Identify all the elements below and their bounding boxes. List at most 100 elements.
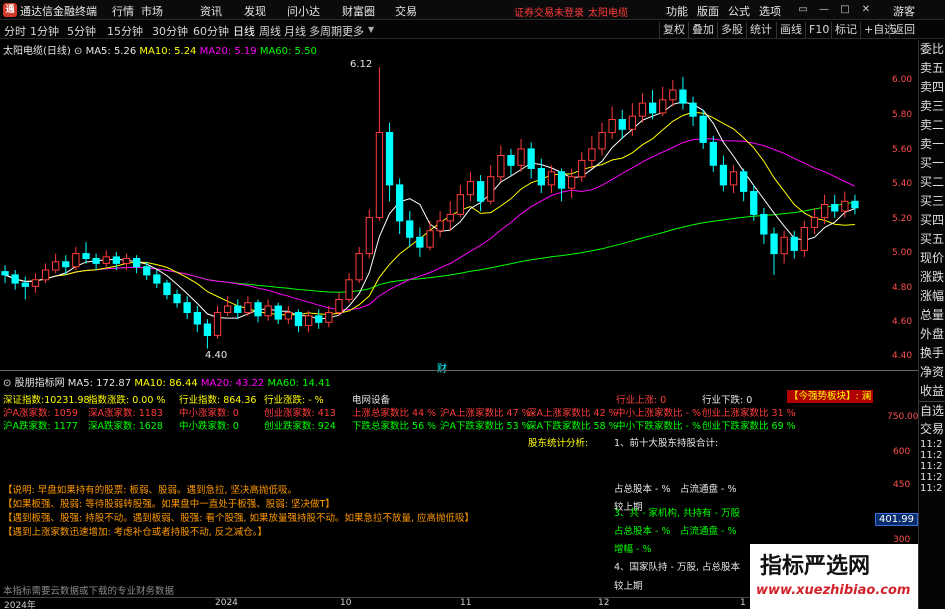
candle-body: [264, 305, 272, 317]
login-status[interactable]: 证券交易未登录: [514, 4, 584, 19]
date-label: 2024年: [4, 601, 36, 609]
candle-body: [598, 132, 606, 150]
candle-body: [578, 159, 586, 178]
indicator-name[interactable]: 股朋指标网: [15, 378, 65, 389]
overlay-button[interactable]: 叠加: [688, 22, 717, 38]
tab-multi-period[interactable]: 多周期: [309, 23, 342, 39]
menu-ask[interactable]: 问小达: [287, 3, 320, 19]
strong-sector-badge[interactable]: 【今强势板块】: 澜: [787, 390, 874, 403]
candle-body: [760, 213, 768, 235]
price-axis: 6.00 5.80 5.60 5.40 5.20 5.00 4.80 4.60 …: [890, 40, 918, 370]
guest-label[interactable]: 游客: [893, 3, 915, 19]
candle-body: [1, 271, 9, 276]
sidebar-item-price[interactable]: 现价: [919, 249, 945, 268]
shrink-icon[interactable]: ▭: [796, 3, 810, 17]
sidebar-item-turnover[interactable]: 换手: [919, 344, 945, 363]
sza-up-count: 深A涨家数: 1183: [88, 408, 163, 419]
industry-index: 行业指数: 864.36: [179, 395, 257, 406]
sidebar-item-bid4[interactable]: 买四: [919, 211, 945, 230]
candle-body: [122, 258, 131, 264]
menu-news[interactable]: 资讯: [200, 3, 222, 19]
kline-title: 太阳电缆(日线): [3, 46, 71, 57]
sidebar-item-bid2[interactable]: 买二: [919, 173, 945, 192]
back-button[interactable]: 返回: [889, 22, 918, 38]
menu-trade[interactable]: 交易: [395, 3, 417, 19]
candle-body: [618, 119, 626, 130]
tab-5min[interactable]: 5分钟: [67, 23, 96, 39]
menu-market[interactable]: 市场: [141, 3, 163, 19]
candle-body: [841, 200, 849, 212]
sidebar-item-earnings[interactable]: 收益: [919, 382, 945, 401]
pane-divider[interactable]: [0, 370, 918, 371]
chevron-down-icon[interactable]: ▼: [368, 25, 374, 34]
sz-index: 深证指数:10231.98: [3, 395, 90, 406]
sidebar-item-trade[interactable]: 交易: [919, 420, 945, 439]
price-tick: 5.80: [892, 110, 913, 120]
mark-button[interactable]: 标记: [831, 22, 860, 38]
sidebar-item-volume[interactable]: 总量: [919, 306, 945, 325]
candle-body: [638, 102, 647, 117]
sidebar-item-bid5[interactable]: 买五: [919, 230, 945, 249]
close-icon[interactable]: ✕: [859, 3, 873, 17]
app-logo-icon: 通: [3, 3, 17, 17]
sidebar-item-ask3[interactable]: 卖三: [919, 97, 945, 116]
sza-up-ratio: 深A上涨家数比 42 %: [527, 408, 618, 419]
candle-body: [770, 233, 778, 255]
maximize-icon[interactable]: □: [838, 3, 852, 17]
sidebar-item-net-assets[interactable]: 净资: [919, 363, 945, 382]
tab-more[interactable]: 更多: [342, 23, 364, 39]
kline-chart[interactable]: [0, 40, 890, 370]
candle-body: [497, 155, 505, 178]
tab-1min[interactable]: 1分钟: [30, 23, 59, 39]
candle-body: [537, 168, 546, 186]
menu-options[interactable]: 选项: [759, 3, 781, 19]
candle-body: [234, 305, 242, 313]
menu-discover[interactable]: 发现: [244, 3, 266, 19]
institutions: 3、共 - 家机构, 共持有 - 万股: [614, 508, 741, 519]
tab-timeshare[interactable]: 分时: [4, 23, 26, 39]
menu-formula[interactable]: 公式: [728, 3, 750, 19]
minimize-icon[interactable]: —: [817, 3, 831, 17]
candle-body: [31, 279, 40, 287]
sidebar-item-ask5[interactable]: 卖五: [919, 59, 945, 78]
adjust-button[interactable]: 复权: [659, 22, 688, 38]
settings-icon[interactable]: ⊙: [3, 378, 11, 389]
menu-wealth[interactable]: 财富圈: [342, 3, 375, 19]
tab-60min[interactable]: 60分钟: [193, 23, 229, 39]
f10-button[interactable]: F10: [805, 22, 832, 38]
tab-weekly[interactable]: 周线: [259, 23, 281, 39]
sidebar-item-ask1[interactable]: 卖一: [919, 135, 945, 154]
app-title: 通达信金融终端: [20, 5, 97, 18]
shareholder-title: 股东统计分析:: [528, 438, 589, 449]
note-line: 【说明: 早盘如果持有的股票: 板弱、股弱。遇到急拉, 坚决高抛低吸。: [3, 485, 297, 496]
settings-icon[interactable]: ⊙: [74, 46, 86, 57]
ind-ma20: MA20: 43.22: [200, 378, 265, 389]
sidebar-item-change[interactable]: 涨跌: [919, 268, 945, 287]
ind-ma60: MA60: 14.41: [267, 378, 331, 389]
menu-quotes[interactable]: 行情: [112, 3, 134, 19]
sidebar-item-change-pct[interactable]: 涨幅: [919, 287, 945, 306]
candle-body: [11, 274, 19, 284]
sidebar-item-ask4[interactable]: 卖四: [919, 78, 945, 97]
sidebar-item-bid-ratio[interactable]: 委比: [919, 40, 945, 59]
multi-stock-button[interactable]: 多股: [717, 22, 746, 38]
candle-body: [62, 261, 70, 268]
sidebar-item-ask2[interactable]: 卖二: [919, 116, 945, 135]
sidebar-item-bid3[interactable]: 买三: [919, 192, 945, 211]
tab-monthly[interactable]: 月线: [284, 23, 306, 39]
menu-function[interactable]: 功能: [666, 3, 688, 19]
sidebar-item-watchlist[interactable]: 自选: [919, 401, 945, 420]
tab-daily[interactable]: 日线: [233, 23, 255, 39]
menu-layout[interactable]: 版面: [697, 3, 719, 19]
sidebar-item-outer[interactable]: 外盘: [919, 325, 945, 344]
draw-line-button[interactable]: 画线: [776, 22, 805, 38]
finance-marker[interactable]: 财: [437, 360, 447, 375]
tab-15min[interactable]: 15分钟: [107, 23, 143, 39]
statistics-button[interactable]: 统计: [746, 22, 775, 38]
sme-up-ratio: 中小上涨家数比 - %: [616, 408, 701, 419]
sidebar-item-bid1[interactable]: 买一: [919, 154, 945, 173]
ind-tick: 450: [893, 480, 911, 490]
candle-body: [608, 119, 616, 134]
note-line: 【遇到上涨家数迅速增加: 考虑补仓或者持股不动, 反之减仓。】: [3, 527, 268, 538]
tab-30min[interactable]: 30分钟: [152, 23, 188, 39]
